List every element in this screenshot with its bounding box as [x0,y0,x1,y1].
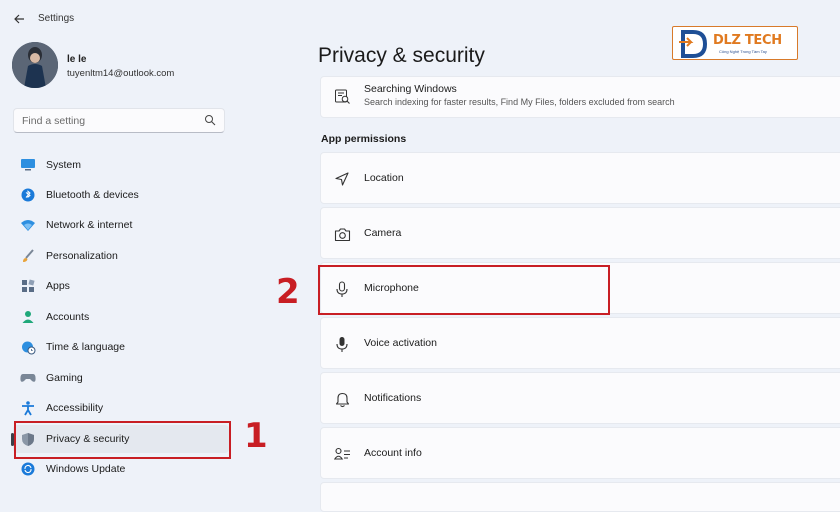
brush-icon [20,248,36,264]
permission-notifications[interactable]: Notifications [320,372,840,424]
sidebar-item-network[interactable]: Network & internet [13,211,229,239]
person-icon [20,309,36,325]
user-name: le le [67,54,87,65]
sidebar-item-windows-update[interactable]: Windows Update [13,455,229,483]
sidebar-item-label: Accounts [46,311,90,323]
bell-icon [333,390,351,408]
sidebar-item-personalization[interactable]: Personalization [13,242,229,270]
searching-windows-card[interactable]: Searching Windows Search indexing for fa… [320,76,840,118]
sidebar-item-label: System [46,159,82,171]
update-icon [20,461,36,477]
sidebar-item-time-language[interactable]: Time & language [13,333,229,361]
globe-clock-icon [20,339,36,355]
step-number-1: 1 [244,416,268,456]
back-button[interactable] [10,10,28,28]
wifi-icon [20,217,36,233]
logo-text: DLZ TECH [713,33,782,48]
gamepad-icon [20,370,36,386]
permission-camera[interactable]: Camera [320,207,840,259]
setting-label: Notifications [364,392,422,404]
sidebar-item-label: Bluetooth & devices [46,189,139,201]
sidebar-item-label: Network & internet [46,219,133,231]
setting-label: Camera [364,227,402,239]
user-profile[interactable]: le le tuyenltm14@outlook.com [12,42,292,90]
setting-label: Account info [364,447,422,459]
permission-next-partial[interactable] [320,482,840,512]
sidebar-item-accessibility[interactable]: Accessibility [13,394,229,422]
sidebar-item-accounts[interactable]: Accounts [13,303,229,331]
sidebar-item-label: Personalization [46,250,118,262]
sidebar-item-label: Accessibility [46,402,104,414]
setting-description: Search indexing for faster results, Find… [364,97,675,107]
monitor-icon [20,157,36,173]
section-title-app-permissions: App permissions [321,133,407,145]
sidebar-item-label: Apps [46,280,70,292]
search-icon[interactable] [204,114,216,126]
page-title: Privacy & security [318,44,485,67]
location-arrow-icon [333,170,351,188]
logo-tagline: Công Nghệ Trong Tầm Tay [719,49,767,54]
sidebar-item-bluetooth[interactable]: Bluetooth & devices [13,181,229,209]
search-document-icon [333,87,351,105]
highlight-box-microphone [318,265,610,315]
back-arrow-icon [14,14,24,24]
sidebar-item-label: Windows Update [46,463,126,475]
permission-voice-activation[interactable]: Voice activation [320,317,840,369]
sidebar-item-gaming[interactable]: Gaming [13,364,229,392]
avatar[interactable] [12,42,58,88]
highlight-box-privacy [14,421,231,459]
account-info-icon [333,445,351,463]
search-box[interactable] [13,108,225,133]
app-title: Settings [38,13,75,24]
watermark-logo: DLZ TECH Công Nghệ Trong Tầm Tay [672,26,798,60]
setting-label: Searching Windows [364,83,457,95]
sidebar-item-apps[interactable]: Apps [13,272,229,300]
search-input[interactable] [22,113,198,129]
permission-account-info[interactable]: Account info [320,427,840,479]
camera-icon [333,225,351,243]
user-email: tuyenltm14@outlook.com [67,68,175,79]
logo-mark [679,30,708,58]
bluetooth-icon [20,187,36,203]
voice-mic-icon [333,335,351,353]
apps-icon [20,278,36,294]
step-number-2: 2 [276,272,300,312]
setting-label: Location [364,172,404,184]
accessibility-icon [20,400,36,416]
permission-location[interactable]: Location [320,152,840,204]
setting-label: Voice activation [364,337,437,349]
sidebar-item-system[interactable]: System [13,151,229,179]
sidebar-item-label: Gaming [46,372,83,384]
sidebar-item-label: Time & language [46,341,125,353]
